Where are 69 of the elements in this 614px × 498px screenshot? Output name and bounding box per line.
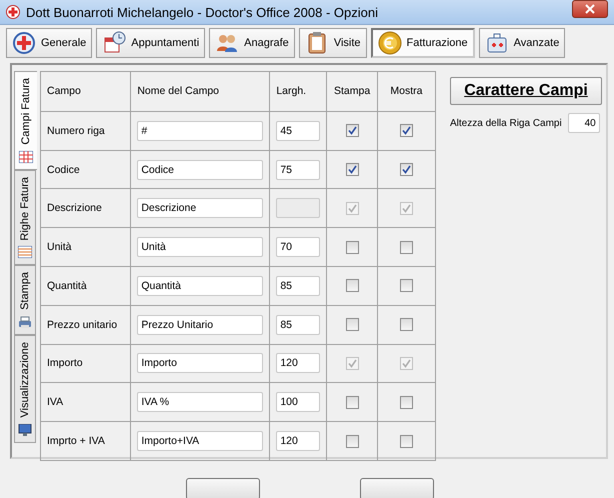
grid-icon xyxy=(19,150,33,163)
toolbar-button[interactable]: Generale xyxy=(6,28,92,58)
checkbox[interactable] xyxy=(346,396,359,409)
input-field[interactable]: Codice xyxy=(137,160,264,180)
checkbox[interactable] xyxy=(346,124,359,138)
checkbox[interactable] xyxy=(400,396,413,409)
table-cell: Numero riga xyxy=(40,111,131,150)
input-field[interactable]: Importo+IVA xyxy=(137,431,264,452)
input-field[interactable]: IVA % xyxy=(137,392,264,412)
input-field[interactable]: 70 xyxy=(276,237,320,258)
printer-icon xyxy=(18,316,32,328)
checkbox[interactable] xyxy=(400,163,413,176)
kit-icon xyxy=(484,31,509,55)
checkbox[interactable] xyxy=(400,318,413,332)
font-button[interactable]: Carattere Campi xyxy=(450,77,602,105)
checkbox[interactable] xyxy=(400,240,413,254)
column-header: Campo xyxy=(40,72,131,112)
column-header: Largh. xyxy=(270,72,327,112)
input-field[interactable]: # xyxy=(137,120,264,141)
checkbox[interactable] xyxy=(400,124,413,138)
toolbar-button[interactable]: Appuntamenti xyxy=(96,28,206,58)
table-cell: Unità xyxy=(40,228,131,266)
toolbar-button[interactable]: Anagrafe xyxy=(209,28,295,58)
close-button[interactable] xyxy=(572,0,608,18)
column-header: Stampa xyxy=(326,72,378,112)
checkbox[interactable] xyxy=(346,318,359,332)
checkbox[interactable] xyxy=(400,279,413,292)
input-field[interactable]: Unità xyxy=(137,237,264,258)
checkbox[interactable] xyxy=(346,434,359,448)
table-cell: Prezzo unitario xyxy=(40,305,131,344)
checkbox[interactable] xyxy=(400,434,413,448)
table-cell: Importo xyxy=(40,344,131,383)
column-header: Nome del Campo xyxy=(130,72,270,112)
input-field[interactable]: Prezzo Unitario xyxy=(137,314,264,335)
app-icon xyxy=(6,5,20,19)
input-field[interactable]: 120 xyxy=(276,431,320,452)
table-cell: Codice xyxy=(40,150,131,189)
side-tab[interactable]: Stampa xyxy=(14,265,36,336)
checkbox[interactable] xyxy=(346,163,359,176)
dialog-button[interactable] xyxy=(360,478,434,498)
rows-icon xyxy=(18,246,32,258)
column-header: Mostra xyxy=(377,72,436,112)
toolbar-button[interactable]: Fatturazione xyxy=(370,28,475,58)
table-cell: Quantità xyxy=(40,266,131,306)
input-field[interactable]: 85 xyxy=(276,276,320,296)
cross-icon xyxy=(12,31,36,55)
dialog-button[interactable] xyxy=(186,478,260,498)
calendar-icon xyxy=(102,31,126,55)
table-cell: Imprto + IVA xyxy=(40,422,131,460)
toolbar-button[interactable]: Avanzate xyxy=(478,28,566,58)
input-field[interactable]: 100 xyxy=(276,392,320,412)
side-tab[interactable]: Campi Fatura xyxy=(14,71,37,170)
side-tab[interactable]: Righe Fatura xyxy=(14,170,36,266)
toolbar-button[interactable]: Visite xyxy=(298,28,367,58)
checkbox[interactable] xyxy=(346,279,359,292)
input-field[interactable]: Quantità xyxy=(137,276,264,296)
window-title: Dott Buonarroti Michelangelo - Doctor's Office 2008 - Opzioni xyxy=(26,4,379,20)
euro-icon xyxy=(378,31,402,55)
checkbox[interactable] xyxy=(346,240,359,254)
monitor-icon xyxy=(18,424,32,436)
table-cell: IVA xyxy=(40,382,131,422)
close-icon xyxy=(585,4,595,14)
field-label: Altezza della Riga Campi xyxy=(450,118,562,128)
side-tab[interactable]: Visualizzazione xyxy=(14,335,36,443)
input-field[interactable]: 75 xyxy=(276,160,320,180)
table-cell: Descrizione xyxy=(40,188,131,228)
input-field[interactable]: 85 xyxy=(276,314,320,335)
input-field[interactable]: 45 xyxy=(276,120,320,141)
input-field[interactable]: 40 xyxy=(568,113,600,133)
